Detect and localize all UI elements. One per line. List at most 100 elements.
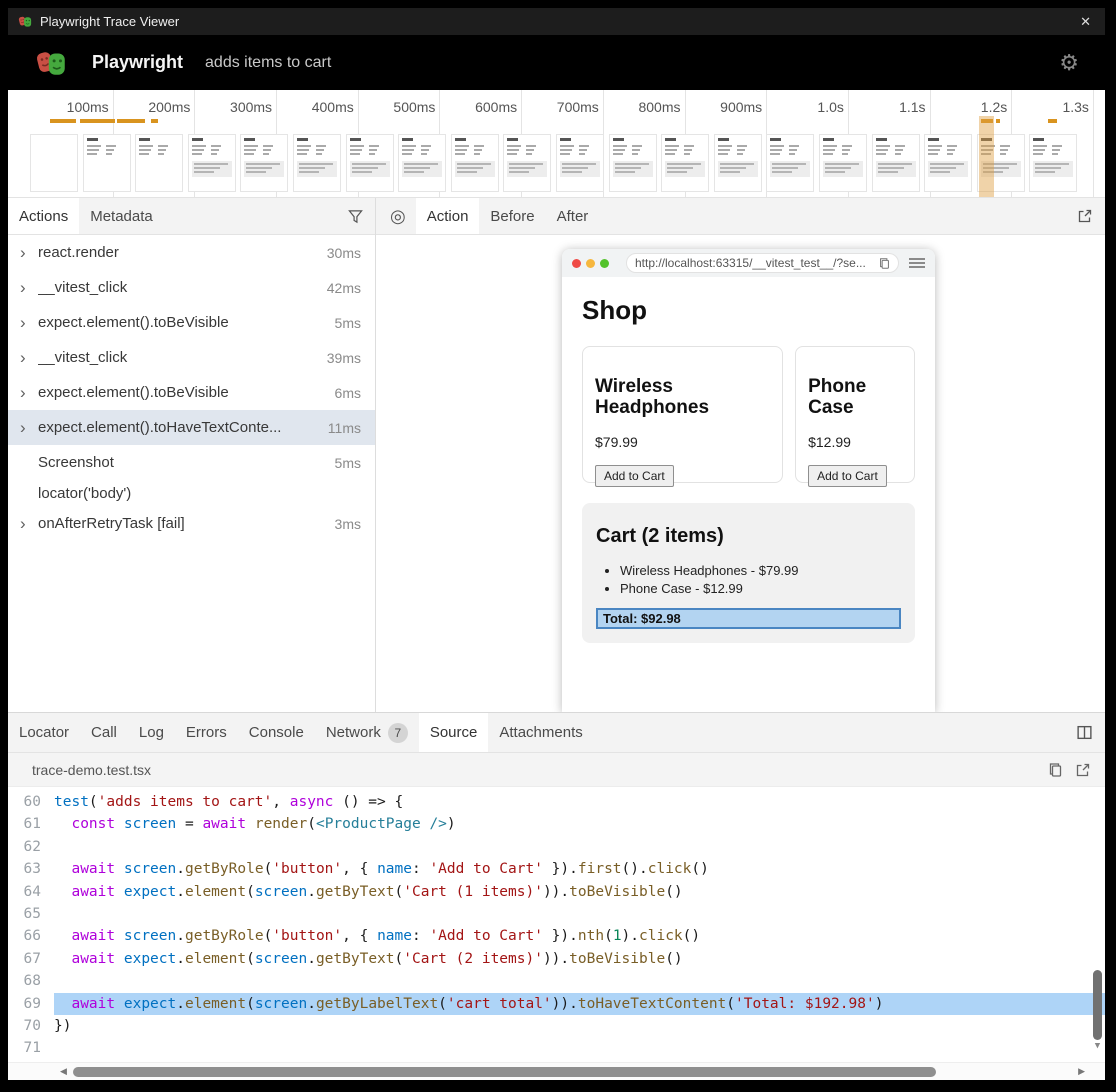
thumb-product: [823, 145, 837, 157]
thumb-product: [316, 145, 326, 157]
action-row[interactable]: ›expect.element().toHaveTextConte...11ms: [8, 410, 375, 445]
timeline-thumbnail[interactable]: [819, 134, 867, 192]
chevron-right-icon[interactable]: ›: [20, 349, 38, 366]
tab-label: Console: [249, 724, 304, 741]
vscroll-thumb[interactable]: [1093, 970, 1102, 1040]
hscroll-thumb[interactable]: [73, 1067, 936, 1077]
timeline-action-bar: [50, 119, 76, 123]
chevron-right-icon[interactable]: ›: [20, 244, 38, 261]
tab-after[interactable]: After: [546, 198, 600, 234]
timeline-thumbnail[interactable]: [83, 134, 131, 192]
action-row[interactable]: ›react.render30ms: [8, 235, 375, 270]
chevron-right-icon[interactable]: ›: [20, 314, 38, 331]
timeline-thumbnail[interactable]: [872, 134, 920, 192]
line-number: 63: [8, 858, 54, 880]
filter-icon[interactable]: [336, 198, 375, 234]
action-label: __vitest_click: [38, 279, 327, 296]
thumb-product: [1000, 145, 1010, 157]
timeline-thumbnail[interactable]: [135, 134, 183, 192]
tab-attachments[interactable]: Attachments: [488, 713, 593, 752]
chevron-right-icon[interactable]: ›: [20, 419, 38, 436]
action-row[interactable]: Screenshot5ms: [8, 445, 375, 480]
action-row[interactable]: ›onAfterRetryTask [fail]3ms: [8, 506, 375, 541]
tab-before[interactable]: Before: [479, 198, 545, 234]
timeline-filmstrip[interactable]: [8, 134, 1105, 194]
timeline-thumbnail[interactable]: [503, 134, 551, 192]
add-to-cart-button[interactable]: Add to Cart: [595, 465, 674, 487]
thumb-cart: [402, 161, 442, 177]
timeline-thumbnail[interactable]: [714, 134, 762, 192]
action-label: expect.element().toBeVisible: [38, 384, 335, 401]
timeline[interactable]: 100ms200ms300ms400ms500ms600ms700ms800ms…: [8, 90, 1105, 198]
timeline-action-bar: [1048, 119, 1057, 123]
chevron-right-icon[interactable]: ›: [20, 279, 38, 296]
timeline-thumbnail[interactable]: [609, 134, 657, 192]
tab-action[interactable]: Action: [416, 198, 480, 234]
add-to-cart-button[interactable]: Add to Cart: [808, 465, 887, 487]
timeline-thumbnail[interactable]: [293, 134, 341, 192]
action-label: react.render: [38, 244, 327, 261]
tab-source[interactable]: Source: [419, 713, 489, 752]
thumb-product: [297, 145, 311, 157]
close-icon[interactable]: ✕: [1076, 14, 1095, 30]
tab-call[interactable]: Call: [80, 713, 128, 752]
test-title: adds items to cart: [205, 54, 1059, 72]
code-vertical-scrollbar[interactable]: ▼: [1092, 970, 1103, 1052]
action-row[interactable]: ›expect.element().toBeVisible6ms: [8, 375, 375, 410]
thumb-product: [244, 145, 258, 157]
timeline-thumbnail[interactable]: [398, 134, 446, 192]
timeline-thumbnail[interactable]: [1029, 134, 1077, 192]
thumb-products: [876, 145, 916, 157]
settings-gear-icon[interactable]: ⚙: [1059, 52, 1079, 74]
thumb-products: [297, 145, 337, 157]
pick-locator-target-icon[interactable]: ◎: [376, 198, 416, 234]
thumb-product: [507, 145, 521, 157]
action-row[interactable]: ›expect.element().toBeVisible5ms: [8, 305, 375, 340]
timeline-thumbnail[interactable]: [346, 134, 394, 192]
tab-network[interactable]: Network7: [315, 713, 419, 752]
action-row[interactable]: ›__vitest_click42ms: [8, 270, 375, 305]
action-row[interactable]: ›__vitest_click39ms: [8, 340, 375, 375]
snapshot-pane: ◎ Action Before After ht: [376, 198, 1105, 712]
thumb-product: [665, 145, 679, 157]
timeline-thumbnail[interactable]: [924, 134, 972, 192]
open-source-external-icon[interactable]: [1075, 762, 1091, 778]
timeline-thumbnail[interactable]: [188, 134, 236, 192]
thumb-shop-title: [876, 138, 887, 141]
tab-locator[interactable]: Locator: [8, 713, 80, 752]
tab-actions[interactable]: Actions: [8, 198, 79, 234]
tab-metadata[interactable]: Metadata: [79, 198, 164, 234]
vscroll-down-arrow-icon[interactable]: ▼: [1092, 1040, 1103, 1052]
timeline-thumbnail[interactable]: [661, 134, 709, 192]
thumb-product: [613, 145, 627, 157]
chevron-right-icon[interactable]: ›: [20, 515, 38, 532]
chevron-right-icon[interactable]: ›: [20, 384, 38, 401]
tab-label: Source: [430, 724, 478, 741]
timeline-thumbnail[interactable]: [556, 134, 604, 192]
thumb-products: [665, 145, 705, 157]
thumb-product: [789, 145, 799, 157]
source-code-view[interactable]: ▼ 60test('adds items to cart', async () …: [8, 787, 1105, 1062]
copy-source-icon[interactable]: [1048, 762, 1063, 778]
hscroll-left-arrow-icon[interactable]: ◀: [56, 1066, 71, 1077]
thumb-shop-title: [823, 138, 834, 141]
tab-log[interactable]: Log: [128, 713, 175, 752]
thumb-product: [474, 145, 484, 157]
product-card: Wireless Headphones $79.99 Add to Cart: [582, 346, 783, 483]
hscroll-right-arrow-icon[interactable]: ▶: [1074, 1066, 1089, 1077]
tab-console[interactable]: Console: [238, 713, 315, 752]
open-snapshot-external-icon[interactable]: [1065, 198, 1105, 234]
thumb-shop-title: [928, 138, 939, 141]
tab-errors[interactable]: Errors: [175, 713, 238, 752]
thumb-product: [139, 145, 153, 157]
timeline-thumbnail[interactable]: [30, 134, 78, 192]
hscroll-track[interactable]: [71, 1067, 1074, 1077]
thumb-products: [560, 145, 600, 157]
timeline-thumbnail[interactable]: [766, 134, 814, 192]
timeline-thumbnail[interactable]: [451, 134, 499, 192]
timeline-thumbnail[interactable]: [240, 134, 288, 192]
split-view-icon[interactable]: [1064, 713, 1105, 752]
timeline-selection-band[interactable]: [979, 116, 994, 197]
code-horizontal-scrollbar[interactable]: ◀ ▶: [8, 1062, 1105, 1080]
url-bar: http://localhost:63315/__vitest_test__/?…: [626, 253, 899, 273]
